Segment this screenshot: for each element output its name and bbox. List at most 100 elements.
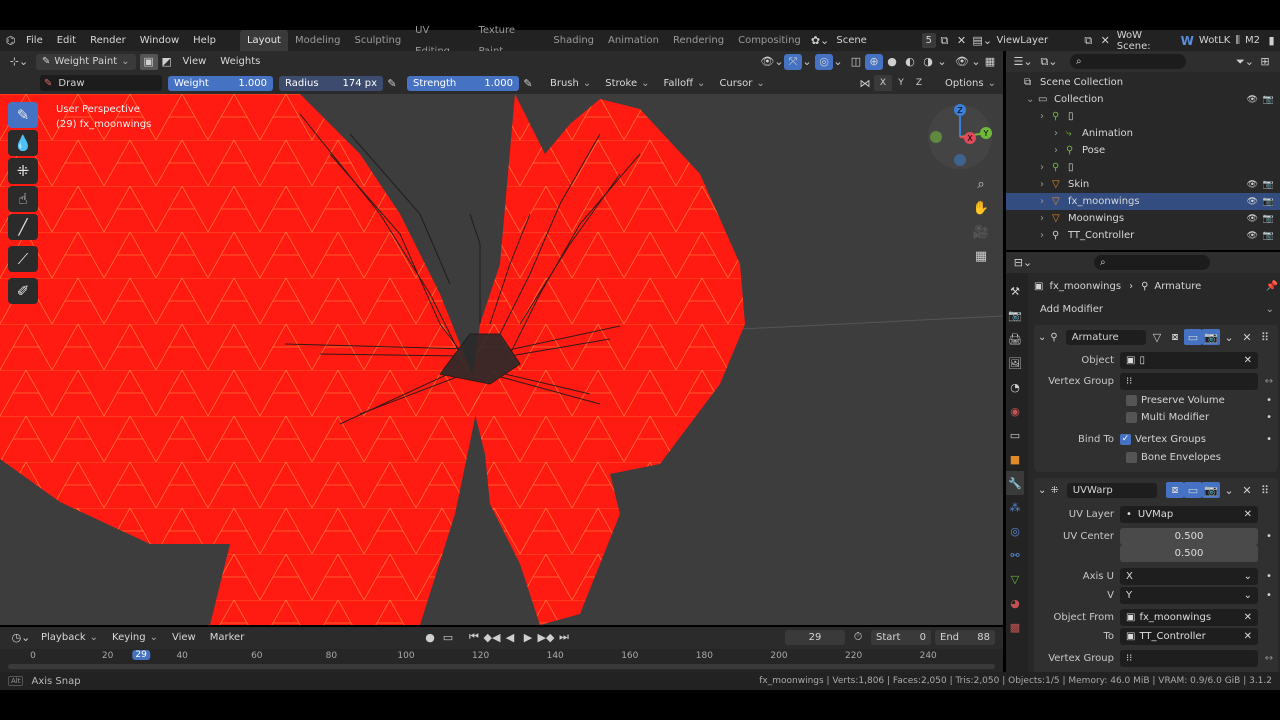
- render-icon[interactable]: 📷: [1202, 329, 1220, 345]
- armature-vertex-group-field[interactable]: ⁝⁝: [1120, 373, 1258, 390]
- editor-type-icon[interactable]: ⊹⌄: [6, 54, 32, 70]
- drag-handle-icon[interactable]: ⠿: [1256, 482, 1274, 498]
- delete-view-layer-icon[interactable]: ✕: [1097, 33, 1114, 49]
- multi-modifier-checkbox[interactable]: [1126, 412, 1137, 423]
- options-menu[interactable]: Options: [938, 73, 1003, 94]
- object-tab-icon[interactable]: ■: [1006, 447, 1024, 471]
- invert-icon[interactable]: ↔: [1260, 376, 1278, 387]
- add-modifier-button[interactable]: Add Modifier ⌄: [1034, 299, 1278, 319]
- hide-dropdown-icon[interactable]: ⌄: [971, 54, 981, 70]
- disclosure-chevron-icon[interactable]: ⌄: [1026, 94, 1034, 105]
- wow-model-type[interactable]: M2: [1242, 35, 1263, 46]
- axis-v-dropdown[interactable]: Y ⌄: [1120, 587, 1258, 604]
- disclosure-chevron-icon[interactable]: ›: [1040, 111, 1044, 122]
- menu-view[interactable]: View: [176, 51, 214, 72]
- armature-object-field[interactable]: ▣ ▯ ✕: [1120, 352, 1258, 369]
- outliner-row[interactable]: › ⤷ Animation: [1006, 125, 1280, 142]
- tab-modeling[interactable]: Modeling: [288, 30, 348, 51]
- menu-help[interactable]: Help: [186, 30, 223, 51]
- start-frame-field[interactable]: Start 0: [871, 629, 931, 645]
- mirror-z[interactable]: Z: [910, 75, 928, 91]
- object-from-field[interactable]: ▣ fx_moonwings ✕: [1120, 609, 1258, 626]
- new-collection-icon[interactable]: ⊞: [1256, 54, 1274, 70]
- visibility-eye-icon[interactable]: 👁: [1247, 180, 1258, 190]
- texture-tab-icon[interactable]: ▩: [1006, 615, 1024, 639]
- outliner-editor-icon[interactable]: ☰⌄: [1010, 54, 1036, 70]
- shading-material-icon[interactable]: ◐: [901, 54, 919, 70]
- play-icon[interactable]: ▶: [519, 629, 537, 645]
- outliner-row[interactable]: › ▽ Moonwings 👁 📷: [1006, 210, 1280, 227]
- wow-expansion[interactable]: WotLK: [1196, 35, 1233, 46]
- gizmo-dropdown-icon[interactable]: ⌄: [802, 54, 812, 70]
- render-camera-icon[interactable]: 📷: [1263, 180, 1274, 190]
- disclosure-chevron-icon[interactable]: ›: [1040, 213, 1044, 224]
- mirror-x[interactable]: X: [874, 75, 893, 91]
- output-tab-icon[interactable]: 🖨: [1006, 327, 1024, 351]
- shading-dropdown-icon[interactable]: ⌄: [937, 54, 947, 70]
- physics-tab-icon[interactable]: ◎: [1006, 519, 1024, 543]
- render-icon[interactable]: 📷: [1202, 482, 1220, 498]
- render-tab-icon[interactable]: 📷: [1006, 303, 1024, 327]
- disclosure-chevron-icon[interactable]: ›: [1054, 145, 1058, 156]
- visibility-eye-icon[interactable]: 👁: [1247, 231, 1258, 241]
- gradient-tool-icon[interactable]: ╱: [8, 214, 38, 240]
- record-icon[interactable]: ●: [421, 629, 439, 645]
- edit-mode-icon[interactable]: ⧇: [1166, 482, 1184, 498]
- uvwarp-vertex-group-field[interactable]: ⁝⁝: [1120, 650, 1258, 667]
- filter-icon[interactable]: ⏷⌄: [1234, 54, 1256, 70]
- pin-icon[interactable]: 📌: [1266, 281, 1278, 292]
- outliner-row[interactable]: › ⚲ ▯: [1006, 159, 1280, 176]
- wow-collapse-icon[interactable]: ▮: [1263, 33, 1280, 49]
- multi-modifier-row[interactable]: Multi Modifier •: [1034, 409, 1278, 426]
- scene-selector-icon[interactable]: ✿⌄: [808, 33, 833, 49]
- new-view-layer-icon[interactable]: ⧉: [1080, 33, 1097, 49]
- viewport[interactable]: User Perspective (29) fx_moonwings ✎ 💧 ⁜…: [0, 94, 1003, 625]
- menu-edit[interactable]: Edit: [50, 30, 83, 51]
- clear-icon[interactable]: ✕: [1244, 506, 1252, 523]
- clear-icon[interactable]: ✕: [1244, 609, 1252, 626]
- radius-pressure-icon[interactable]: ✎: [383, 75, 401, 91]
- vertex-groups-checkbox[interactable]: ✓: [1120, 433, 1131, 445]
- play-reverse-icon[interactable]: ◀: [501, 629, 519, 645]
- view-layer-icon[interactable]: ▤⌄: [970, 33, 995, 49]
- timeline-ruler[interactable]: 0 20 40 60 80 100 120 140 160 180 200 220 240 29: [0, 649, 1003, 672]
- vertex-mask-icon[interactable]: ◩: [158, 54, 176, 70]
- blur-tool-icon[interactable]: 💧: [8, 130, 38, 156]
- modifier-menu-icon[interactable]: ⌄: [1220, 482, 1238, 498]
- gizmo-z[interactable]: Z: [957, 106, 963, 115]
- edit-mode-icon[interactable]: ⧇: [1166, 329, 1184, 345]
- pan-hand-icon[interactable]: ✋: [972, 196, 990, 220]
- disclosure-chevron-icon[interactable]: ›: [1040, 162, 1044, 173]
- perspective-grid-icon[interactable]: ▦: [972, 244, 990, 268]
- collapse-chevron-icon[interactable]: ⌄: [1038, 485, 1046, 496]
- menu-render[interactable]: Render: [83, 30, 133, 51]
- blender-logo-icon[interactable]: ⌬: [2, 33, 19, 49]
- preview-range-icon[interactable]: ⏱: [849, 629, 867, 645]
- end-frame-field[interactable]: End 88: [935, 629, 995, 645]
- weight-slider[interactable]: Weight 1.000: [168, 75, 273, 91]
- timeline-scrollbar[interactable]: [8, 664, 995, 669]
- tab-animation[interactable]: Animation: [601, 30, 666, 51]
- armature-modifier-name[interactable]: Armature: [1065, 329, 1146, 345]
- mirror-icon[interactable]: ⋈: [856, 75, 874, 91]
- disclosure-chevron-icon[interactable]: ›: [1040, 196, 1044, 207]
- strength-pressure-icon[interactable]: ✎: [519, 75, 537, 91]
- marker-menu[interactable]: Marker: [203, 627, 252, 648]
- modifier-menu-icon[interactable]: ⌄: [1220, 329, 1238, 345]
- tab-sculpting[interactable]: Sculpting: [347, 30, 408, 51]
- delete-scene-icon[interactable]: ✕: [953, 33, 970, 49]
- bone-envelopes-checkbox[interactable]: [1126, 452, 1137, 463]
- object-to-field[interactable]: ▣ TT_Controller ✕: [1120, 628, 1258, 645]
- render-camera-icon[interactable]: 📷: [1263, 95, 1274, 105]
- material-tab-icon[interactable]: ◕: [1006, 591, 1024, 615]
- gizmo-toggle-icon[interactable]: ⤧: [784, 53, 802, 70]
- render-camera-icon[interactable]: 📷: [1263, 214, 1274, 224]
- auto-keying-icon[interactable]: ▭: [439, 629, 457, 645]
- render-camera-icon[interactable]: 📷: [1263, 231, 1274, 241]
- stroke-menu[interactable]: Stroke: [598, 73, 656, 94]
- radius-slider[interactable]: Radius 174 px: [279, 75, 383, 91]
- current-frame-field[interactable]: 29: [785, 629, 845, 645]
- outliner-row[interactable]: › ⚲ TT_Controller 👁 📷: [1006, 227, 1280, 244]
- shading-solid-icon[interactable]: ●: [883, 54, 901, 70]
- timeline-editor-icon[interactable]: ◷⌄: [8, 629, 34, 645]
